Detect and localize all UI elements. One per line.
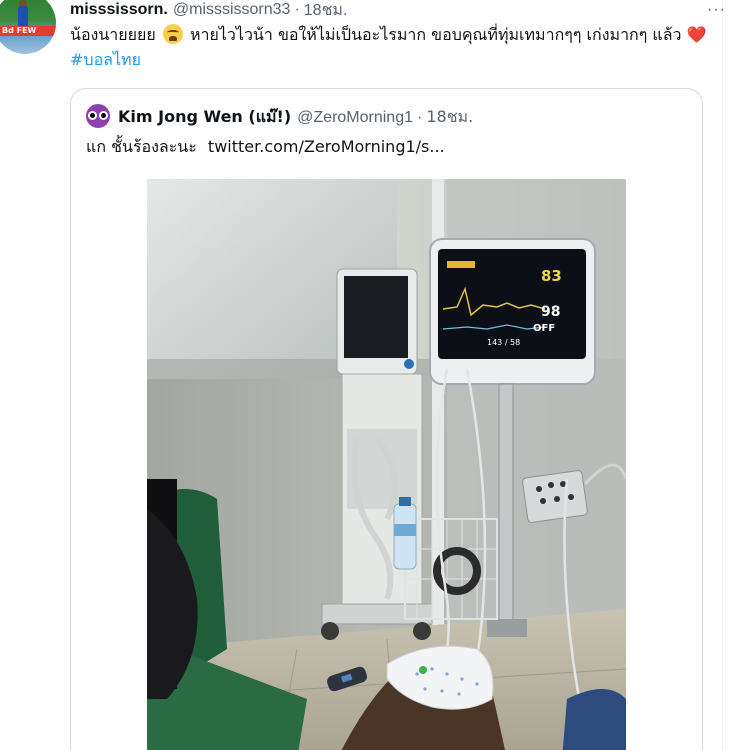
quoted-tweet-timestamp[interactable]: 18ชม.	[426, 105, 473, 130]
tweet-photo-hospital-monitor[interactable]: 83 98 OFF 143 / 58	[147, 179, 626, 750]
quoted-text-body: แก ชั้นร้องละนะ	[86, 137, 197, 156]
hashtag-link[interactable]: #บอลไทย	[70, 50, 141, 69]
tweet-header: misssissorn. @misssissorn33 · 18ชม.	[70, 0, 347, 20]
tired-face-emoji-icon	[162, 24, 183, 44]
quoted-author-display-name[interactable]: Kim Jong Wen (แม๊!)	[118, 105, 291, 130]
monitor-heart-rate: 83	[541, 267, 562, 285]
tweet-text: น้องนายยยย หายไวไวน้า ขอให้ไม่เป็นอะไรมา…	[70, 22, 718, 72]
quoted-tweet-link[interactable]: twitter.com/ZeroMorning1/s...	[208, 137, 445, 156]
monitor-off-label: OFF	[533, 323, 555, 334]
more-options-icon[interactable]: ···	[707, 1, 726, 19]
quoted-tweet-header: Kim Jong Wen (แม๊!) @ZeroMorning1 · 18ชม…	[118, 105, 473, 130]
tweet-timestamp[interactable]: 18ชม.	[304, 0, 348, 23]
avatar-eye-right	[99, 111, 108, 120]
avatar-banner-text: Bd FEW	[2, 26, 37, 35]
quoted-tweet-text: แก ชั้นร้องละนะ twitter.com/ZeroMorning1…	[86, 135, 445, 160]
quoted-author-avatar[interactable]	[86, 104, 110, 128]
tweet-text-part1: น้องนายยยย	[70, 25, 161, 44]
monitor-spo2: 98	[541, 304, 560, 320]
red-heart-emoji-icon: ❤️	[686, 25, 707, 44]
author-handle[interactable]: @misssissorn33	[173, 1, 291, 19]
quoted-tweet-card[interactable]: Kim Jong Wen (แม๊!) @ZeroMorning1 · 18ชม…	[70, 88, 703, 750]
photo-illustration: 83 98 OFF 143 / 58	[147, 179, 626, 750]
header-separator: ·	[294, 1, 300, 18]
tweet-text-part2: หายไวไวน้า ขอให้ไม่เป็นอะไรมาก ขอบคุณที่…	[184, 25, 687, 44]
author-display-name[interactable]: misssissorn.	[70, 1, 168, 19]
quoted-author-handle[interactable]: @ZeroMorning1	[297, 109, 413, 127]
monitor-bp: 143 / 58	[487, 338, 520, 347]
timeline-border	[722, 0, 723, 750]
quoted-header-separator: ·	[417, 108, 423, 126]
avatar-eye-left	[88, 111, 97, 120]
author-avatar[interactable]: Bd FEW	[0, 0, 56, 54]
